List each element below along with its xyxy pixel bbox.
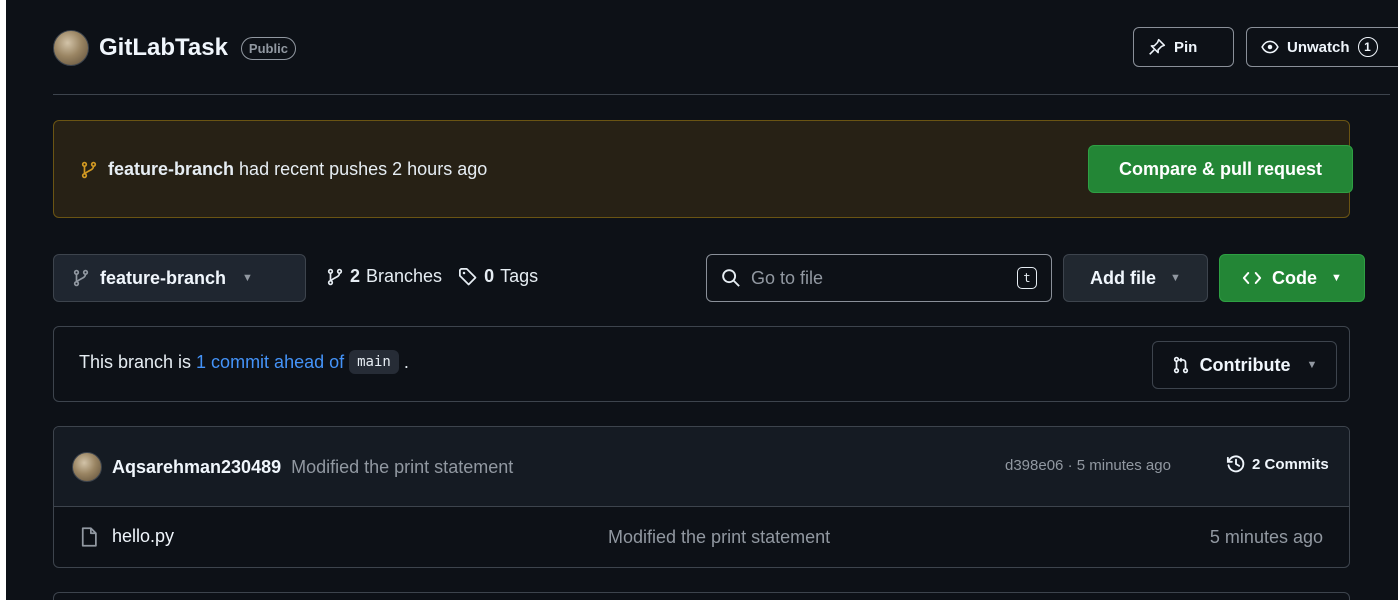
unwatch-button[interactable]: Unwatch 1	[1246, 27, 1398, 67]
latest-commit-header: Aqsarehman230489 Modified the print stat…	[54, 427, 1349, 507]
recent-push-banner: feature-branch had recent pushes 2 hours…	[53, 120, 1353, 218]
file-name[interactable]: hello.py	[112, 526, 174, 547]
caret-down-icon: ▼	[1170, 272, 1181, 284]
watch-count: 1	[1357, 37, 1378, 57]
code-icon	[1242, 268, 1262, 288]
commit-hash-time[interactable]: d398e06 · 5 minutes ago	[1005, 457, 1171, 474]
current-branch-label: feature-branch	[100, 267, 227, 288]
commits-history-link[interactable]: 2 Commits	[1226, 454, 1329, 474]
eye-icon	[1261, 38, 1279, 56]
header-divider	[53, 94, 1390, 95]
history-icon	[1226, 454, 1246, 474]
branch-ahead-box: This branch is 1 commit ahead of main. C…	[53, 326, 1350, 402]
branch-selector[interactable]: feature-branch ▼	[53, 254, 306, 302]
contribute-button[interactable]: Contribute ▼	[1152, 341, 1337, 389]
unwatch-label: Unwatch	[1287, 38, 1350, 56]
branch-ahead-status: This branch is 1 commit ahead of main.	[79, 350, 409, 374]
add-file-label: Add file	[1090, 267, 1157, 288]
push-message: feature-branch had recent pushes 2 hours…	[80, 159, 487, 180]
caret-down-icon: ▼	[1306, 359, 1318, 371]
branch-meta: 2 Branches 0 Tags	[326, 266, 538, 287]
contribute-label: Contribute	[1199, 354, 1291, 375]
keyboard-shortcut-hint: t	[1017, 267, 1037, 289]
file-name-cell: hello.py	[80, 526, 174, 547]
tags-label: Tags	[500, 266, 539, 286]
repo-header: GitLabTask Public	[53, 28, 296, 68]
owner-avatar[interactable]	[53, 30, 89, 66]
pushed-branch-name[interactable]: feature-branch	[108, 159, 234, 179]
code-button[interactable]: Code ▼	[1219, 254, 1365, 302]
base-branch-chip: main	[349, 350, 399, 374]
branches-label: Branches	[366, 266, 443, 286]
readme-box	[53, 592, 1350, 600]
commits-count-label: 2 Commits	[1252, 455, 1329, 473]
branch-icon	[326, 268, 344, 286]
push-description: had recent pushes 2 hours ago	[239, 159, 488, 179]
tags-count: 0	[484, 266, 495, 286]
tag-icon	[458, 267, 478, 287]
code-label: Code	[1272, 267, 1318, 288]
go-to-file-search[interactable]: t	[706, 254, 1052, 302]
ahead-suffix: .	[403, 351, 409, 372]
header-actions: Pin Unwatch 1	[1133, 27, 1398, 67]
branches-link[interactable]: 2 Branches	[326, 266, 442, 287]
tags-link[interactable]: 0 Tags	[458, 266, 538, 287]
window-edge	[0, 0, 6, 600]
go-to-file-input[interactable]	[751, 267, 1007, 289]
branches-count: 2	[350, 266, 361, 286]
pull-request-icon	[1172, 356, 1190, 374]
file-commit-message[interactable]: Modified the print statement	[608, 527, 830, 548]
repo-name[interactable]: GitLabTask	[99, 34, 228, 62]
add-file-button[interactable]: Add file ▼	[1063, 254, 1208, 302]
file-icon	[80, 526, 98, 547]
latest-commit-author: Aqsarehman230489 Modified the print stat…	[72, 452, 513, 482]
search-icon	[721, 268, 741, 288]
commits-ahead-link[interactable]: 1 commit ahead of	[196, 352, 344, 373]
pin-label: Pin	[1174, 38, 1198, 56]
author-name[interactable]: Aqsarehman230489	[112, 457, 281, 478]
author-avatar[interactable]	[72, 452, 102, 482]
branch-icon	[80, 161, 98, 179]
repo-page: GitLabTask Public Pin Unwatch 1 feature-…	[0, 0, 1398, 600]
latest-commit-message[interactable]: Modified the print statement	[291, 457, 513, 478]
file-browser: Aqsarehman230489 Modified the print stat…	[53, 426, 1350, 568]
branch-icon	[72, 269, 90, 287]
pin-button[interactable]: Pin	[1133, 27, 1234, 67]
visibility-badge: Public	[240, 36, 296, 60]
compare-pull-request-button[interactable]: Compare & pull request	[1088, 145, 1353, 193]
pin-icon	[1148, 38, 1166, 56]
caret-down-icon: ▼	[242, 272, 253, 284]
ahead-prefix: This branch is	[79, 351, 192, 372]
table-row[interactable]: hello.py Modified the print statement 5 …	[54, 507, 1349, 567]
caret-down-icon: ▼	[1331, 272, 1342, 284]
file-commit-time: 5 minutes ago	[1209, 527, 1323, 547]
